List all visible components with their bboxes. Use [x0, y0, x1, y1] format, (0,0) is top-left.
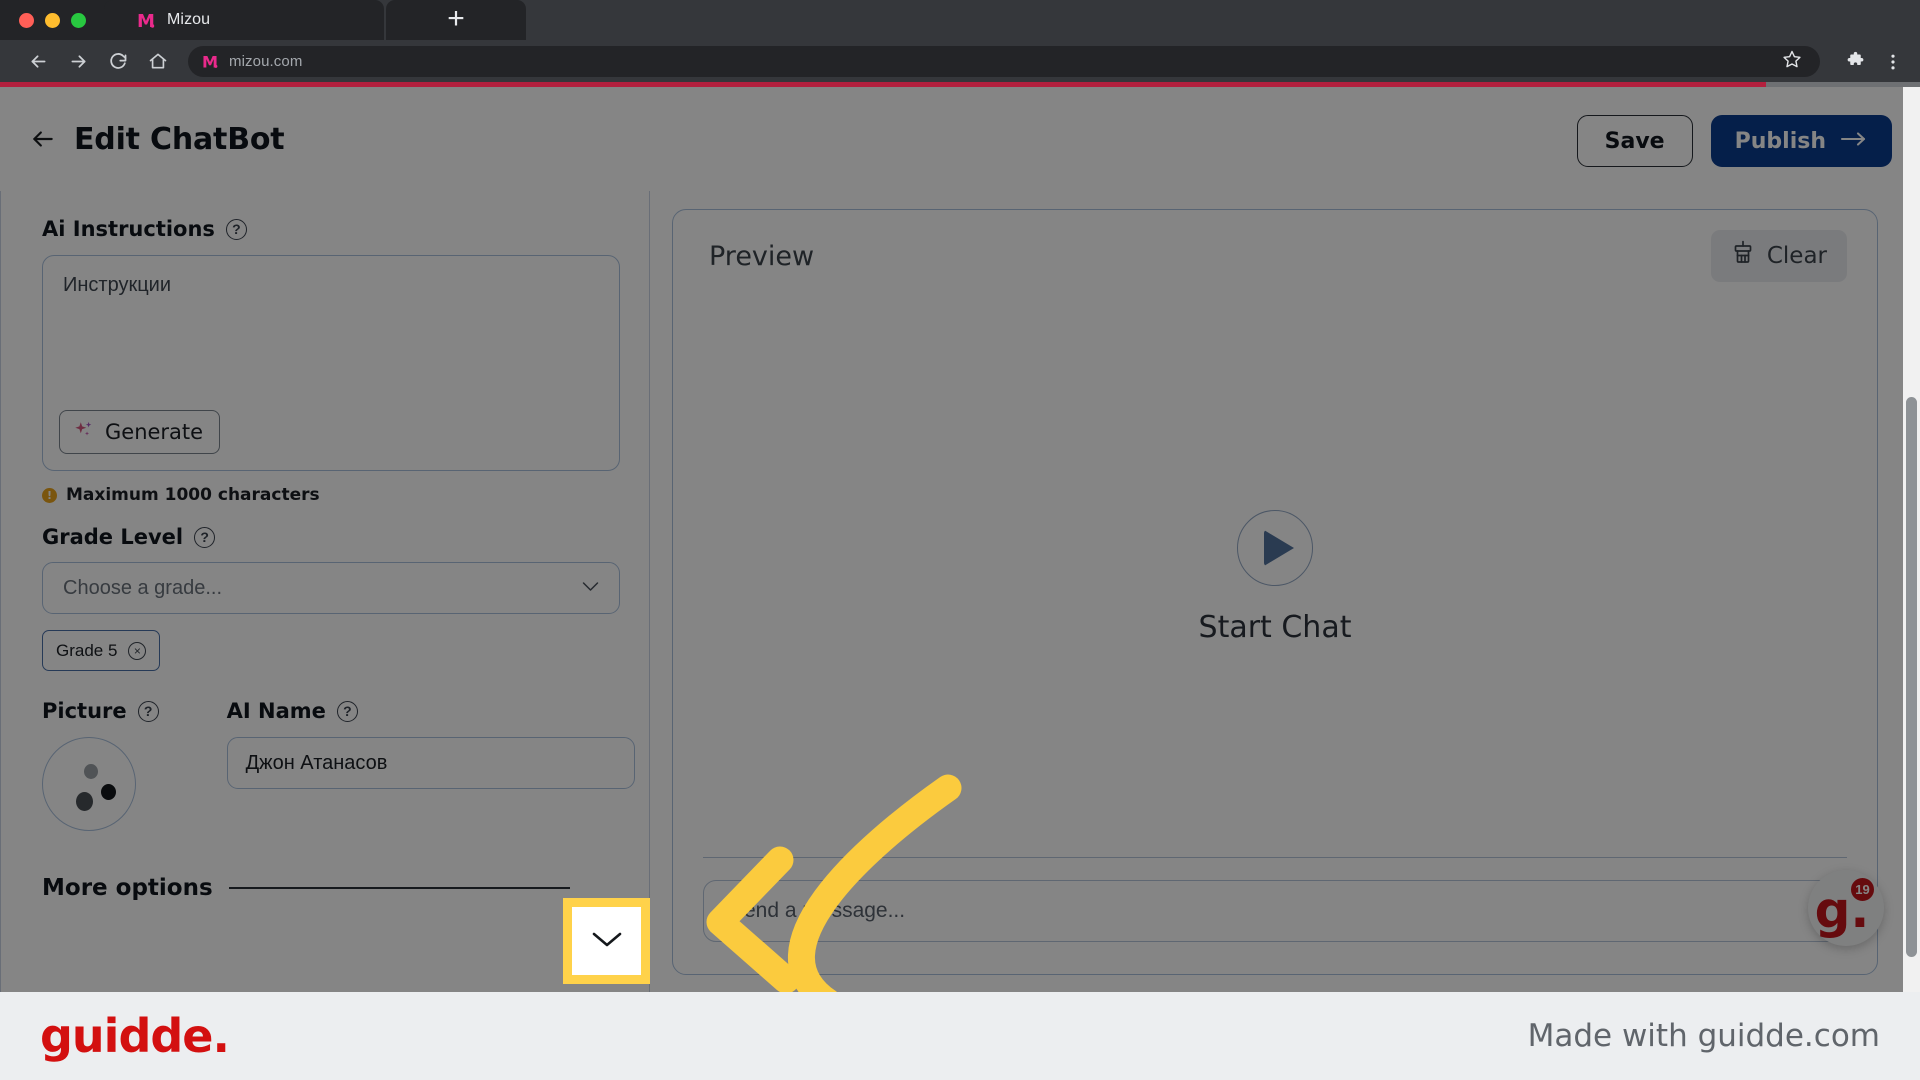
grade-select-placeholder: Choose a grade...	[63, 576, 222, 599]
browser-tab[interactable]: M Mizou	[104, 0, 384, 40]
more-options-label: More options	[42, 875, 213, 901]
preview-panel: Preview Clear Start Chat Send a message.…	[650, 191, 1920, 992]
picture-field: Picture ?	[42, 699, 159, 831]
more-options-row[interactable]: More options	[42, 875, 620, 901]
forward-icon[interactable]	[58, 41, 98, 81]
new-tab-button[interactable]: +	[386, 0, 526, 40]
more-options-chevron-highlight[interactable]	[563, 898, 650, 984]
loading-dot-icon	[76, 792, 93, 811]
brush-icon	[1731, 240, 1755, 272]
browser-chrome: M Mizou + M mizou.com	[0, 0, 1920, 87]
arrow-right-icon	[1840, 129, 1868, 154]
help-icon[interactable]: ?	[194, 526, 216, 548]
chatbot-settings-panel: Ai Instructions ? Инструкции Generate ! …	[0, 191, 650, 992]
guidde-footer: guidde. Made with guidde.com	[0, 992, 1920, 1080]
max-characters-note: ! Maximum 1000 characters	[42, 485, 619, 505]
ai-instructions-textarea[interactable]: Инструкции Generate	[42, 255, 620, 471]
picture-and-name-row: Picture ? AI Name ? Джон Атанасов	[42, 699, 635, 831]
mizou-m-logo-icon: M	[202, 52, 219, 71]
loading-dot-icon	[84, 764, 98, 779]
picture-label-row: Picture ?	[42, 699, 159, 723]
grade-chip[interactable]: Grade 5 ×	[42, 630, 161, 671]
app-header: Edit ChatBot Save Publish	[0, 87, 1920, 191]
page-scrollbar[interactable]	[1903, 87, 1920, 992]
clear-button[interactable]: Clear	[1710, 230, 1847, 282]
message-input[interactable]: Send a message...	[703, 880, 1847, 942]
address-bar[interactable]: M mizou.com	[188, 46, 1820, 77]
main-split: Ai Instructions ? Инструкции Generate ! …	[0, 191, 1920, 992]
tab-title: Mizou	[167, 11, 211, 28]
avatar[interactable]	[42, 737, 136, 831]
help-icon[interactable]: ?	[137, 700, 159, 722]
help-icon[interactable]: ?	[225, 218, 247, 240]
made-with-guidde-text: Made with guidde.com	[1527, 1018, 1880, 1054]
grade-level-label-row: Grade Level ?	[42, 525, 619, 549]
grade-select[interactable]: Choose a grade...	[42, 562, 620, 614]
publish-button-label: Publish	[1734, 128, 1826, 154]
divider	[228, 887, 570, 889]
ai-instructions-label-row: Ai Instructions ?	[42, 217, 619, 241]
publish-button[interactable]: Publish	[1710, 115, 1892, 167]
picture-label: Picture	[42, 699, 127, 723]
browser-menu-icon[interactable]	[1876, 46, 1910, 77]
bookmark-star-icon[interactable]	[1782, 49, 1802, 74]
page-title: Edit ChatBot	[74, 121, 285, 157]
reload-icon[interactable]	[98, 41, 138, 81]
ai-name-value: Джон Атанасов	[245, 751, 388, 774]
chevron-down-icon	[582, 579, 599, 597]
warning-icon: !	[42, 487, 57, 503]
generate-button[interactable]: Generate	[59, 410, 221, 454]
help-icon[interactable]: ?	[336, 700, 358, 722]
minimize-window-button[interactable]	[45, 12, 60, 28]
extensions-puzzle-icon[interactable]	[1838, 46, 1872, 77]
chevron-down-icon[interactable]	[590, 928, 624, 955]
preview-card: Preview Clear Start Chat Send a message.…	[672, 209, 1878, 975]
grade-level-label: Grade Level	[42, 525, 184, 549]
save-button[interactable]: Save	[1576, 115, 1693, 167]
maximize-window-button[interactable]	[71, 12, 86, 28]
home-icon[interactable]	[138, 41, 178, 81]
mizou-m-logo-icon: M	[137, 11, 156, 32]
web-page: Edit ChatBot Save Publish Ai Instruction…	[0, 87, 1920, 992]
guidde-badge[interactable]: g. 19	[1808, 870, 1884, 946]
browser-toolbar: M mizou.com	[0, 40, 1920, 82]
back-navigation-icon[interactable]	[26, 122, 60, 156]
screen-root: M Mizou + M mizou.com Edit ChatBot Save …	[0, 0, 1920, 1080]
generate-button-label: Generate	[105, 420, 204, 444]
preview-title: Preview	[709, 240, 815, 272]
ai-instructions-placeholder: Инструкции	[63, 274, 172, 296]
preview-header: Preview Clear	[673, 210, 1877, 302]
save-button-label: Save	[1604, 128, 1665, 154]
close-icon[interactable]: ×	[128, 641, 147, 660]
grade-chip-label: Grade 5	[56, 640, 118, 660]
url-text: mizou.com	[229, 53, 303, 70]
sparkles-icon	[73, 419, 95, 446]
play-icon	[1264, 529, 1294, 566]
tab-strip: M Mizou +	[0, 0, 1920, 40]
start-chat-label: Start Chat	[1198, 609, 1352, 645]
message-input-placeholder: Send a message...	[730, 899, 906, 922]
divider	[703, 856, 1847, 858]
guidde-badge-count: 19	[1849, 876, 1876, 903]
page-scrollbar-thumb[interactable]	[1906, 397, 1917, 957]
loading-dot-icon	[101, 784, 116, 800]
header-actions: Save Publish	[1576, 115, 1892, 167]
ai-name-field: AI Name ? Джон Атанасов	[226, 699, 635, 831]
guidde-logo: guidde.	[40, 1009, 230, 1063]
preview-body: Start Chat	[673, 302, 1877, 852]
close-window-button[interactable]	[19, 12, 34, 28]
plus-icon: +	[447, 1, 465, 35]
back-icon[interactable]	[18, 41, 58, 81]
start-chat-button[interactable]	[1237, 509, 1313, 586]
max-characters-note-text: Maximum 1000 characters	[66, 485, 320, 505]
toolbar-right-icons	[1838, 46, 1910, 77]
ai-name-input[interactable]: Джон Атанасов	[226, 737, 635, 789]
clear-button-label: Clear	[1766, 243, 1827, 269]
ai-instructions-label: Ai Instructions	[42, 217, 215, 241]
ai-name-label: AI Name	[226, 699, 326, 723]
ai-name-label-row: AI Name ?	[227, 699, 635, 723]
